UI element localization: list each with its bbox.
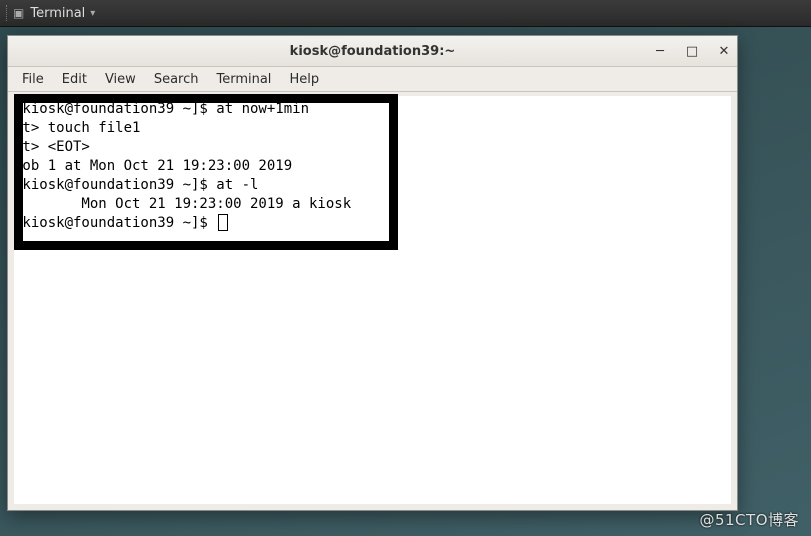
minimize-button[interactable]: ─ (653, 44, 667, 58)
watermark-label: @51CTO博客 (699, 509, 799, 530)
menu-edit[interactable]: Edit (54, 70, 95, 89)
menu-file[interactable]: File (14, 70, 52, 89)
panel-app-label[interactable]: Terminal (30, 6, 85, 21)
menubar: File Edit View Search Terminal Help (8, 67, 737, 92)
terminal-viewport[interactable]: [kiosk@foundation39 ~]$ at now+1min at> … (14, 96, 731, 504)
term-line: [kiosk@foundation39 ~]$ (14, 215, 216, 231)
menu-view[interactable]: View (97, 70, 144, 89)
maximize-icon: □ (686, 44, 698, 59)
menu-search[interactable]: Search (146, 70, 207, 89)
term-line: at> <EOT> (14, 139, 90, 155)
maximize-button[interactable]: □ (685, 44, 699, 58)
close-icon: ✕ (719, 44, 730, 59)
term-line: job 1 at Mon Oct 21 19:23:00 2019 (14, 158, 292, 174)
term-line: at> touch file1 (14, 120, 140, 136)
term-line: [kiosk@foundation39 ~]$ at -l (14, 177, 258, 193)
window-titlebar[interactable]: kiosk@foundation39:~ ─ □ ✕ (8, 36, 737, 67)
panel-separator (6, 5, 7, 21)
chevron-down-icon[interactable]: ▾ (90, 8, 95, 19)
minimize-icon: ─ (656, 44, 664, 59)
menu-help[interactable]: Help (281, 70, 327, 89)
desktop-top-panel: ▣ Terminal ▾ (0, 0, 811, 27)
terminal-cursor (218, 214, 228, 231)
term-line: 1 Mon Oct 21 19:23:00 2019 a kiosk (14, 196, 351, 212)
term-line: [kiosk@foundation39 ~]$ at now+1min (14, 101, 309, 117)
terminal-panel-icon: ▣ (13, 6, 24, 20)
terminal-output: [kiosk@foundation39 ~]$ at now+1min at> … (14, 100, 351, 233)
window-controls: ─ □ ✕ (653, 36, 731, 66)
menu-terminal[interactable]: Terminal (208, 70, 279, 89)
terminal-window: kiosk@foundation39:~ ─ □ ✕ File Edit Vie… (7, 35, 738, 511)
close-button[interactable]: ✕ (717, 44, 731, 58)
window-title: kiosk@foundation39:~ (290, 44, 456, 59)
